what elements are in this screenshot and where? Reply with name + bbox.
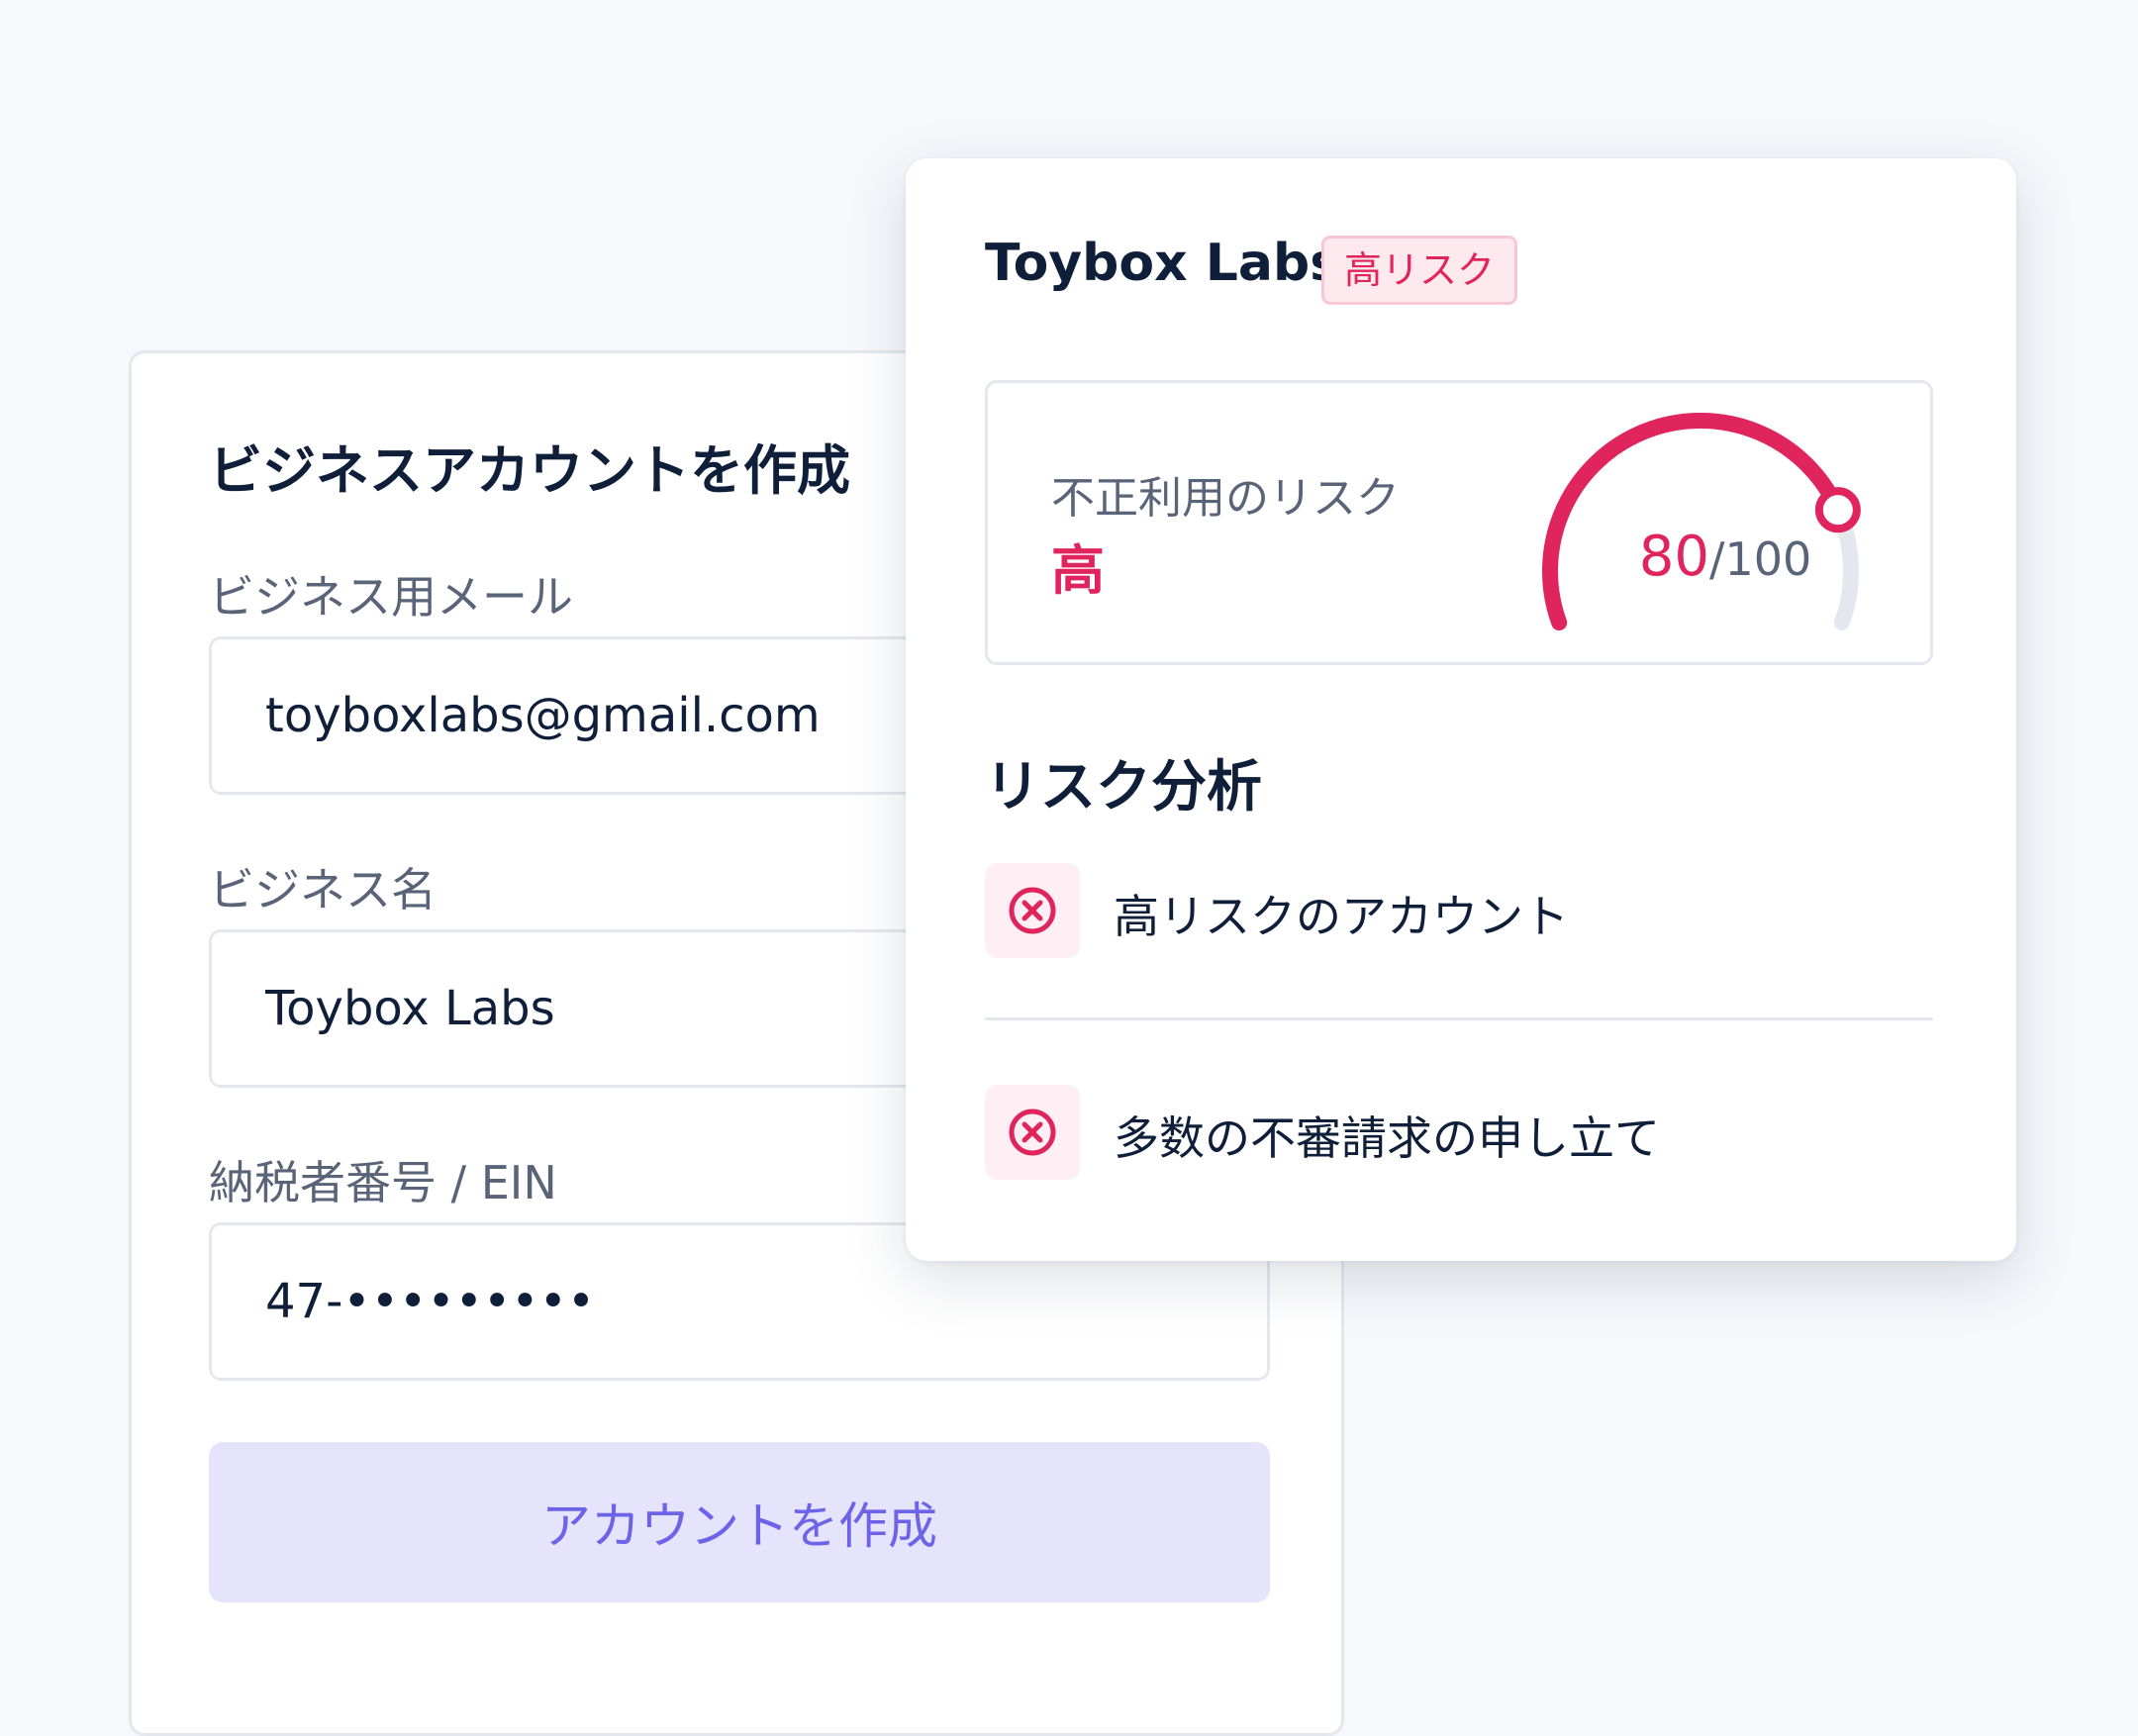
- analysis-item-text: 多数の不審請求の申し立て: [1114, 1111, 1660, 1165]
- divider: [985, 1017, 1933, 1020]
- gauge-fill: [1542, 413, 1846, 630]
- gauge-value: 80/100: [1621, 525, 1829, 589]
- form-title: ビジネスアカウントを作成: [209, 439, 850, 502]
- fraud-risk-level: 高: [1051, 539, 1105, 602]
- analysis-title: リスク分析: [985, 755, 1262, 820]
- gauge-knob: [1814, 487, 1861, 533]
- risk-badge: 高リスク: [1321, 236, 1518, 305]
- business-name-label: ビジネス名: [209, 863, 437, 916]
- x-circle-icon: [985, 1085, 1080, 1180]
- gauge-track: [1542, 413, 1859, 630]
- analysis-item: 高リスクのアカウント: [985, 863, 1933, 958]
- analysis-item: 多数の不審請求の申し立て: [985, 1085, 1933, 1180]
- create-account-button[interactable]: アカウントを作成: [209, 1442, 1270, 1602]
- risk-panel: Toybox Labs 高リスク 不正利用のリスク 高 80/100 リスク分析…: [906, 158, 2016, 1261]
- risk-score-max: /100: [1708, 532, 1812, 586]
- fraud-risk-score-box: 不正利用のリスク 高 80/100: [985, 380, 1933, 665]
- analysis-item-text: 高リスクのアカウント: [1114, 890, 1569, 943]
- email-label: ビジネス用メール: [209, 570, 573, 624]
- risk-score: 80: [1638, 525, 1709, 589]
- fraud-risk-label: 不正利用のリスク: [1051, 473, 1400, 524]
- x-circle-icon: [985, 863, 1080, 958]
- company-name: Toybox Labs: [985, 234, 1341, 293]
- tax-id-label: 納税者番号 / EIN: [209, 1156, 557, 1209]
